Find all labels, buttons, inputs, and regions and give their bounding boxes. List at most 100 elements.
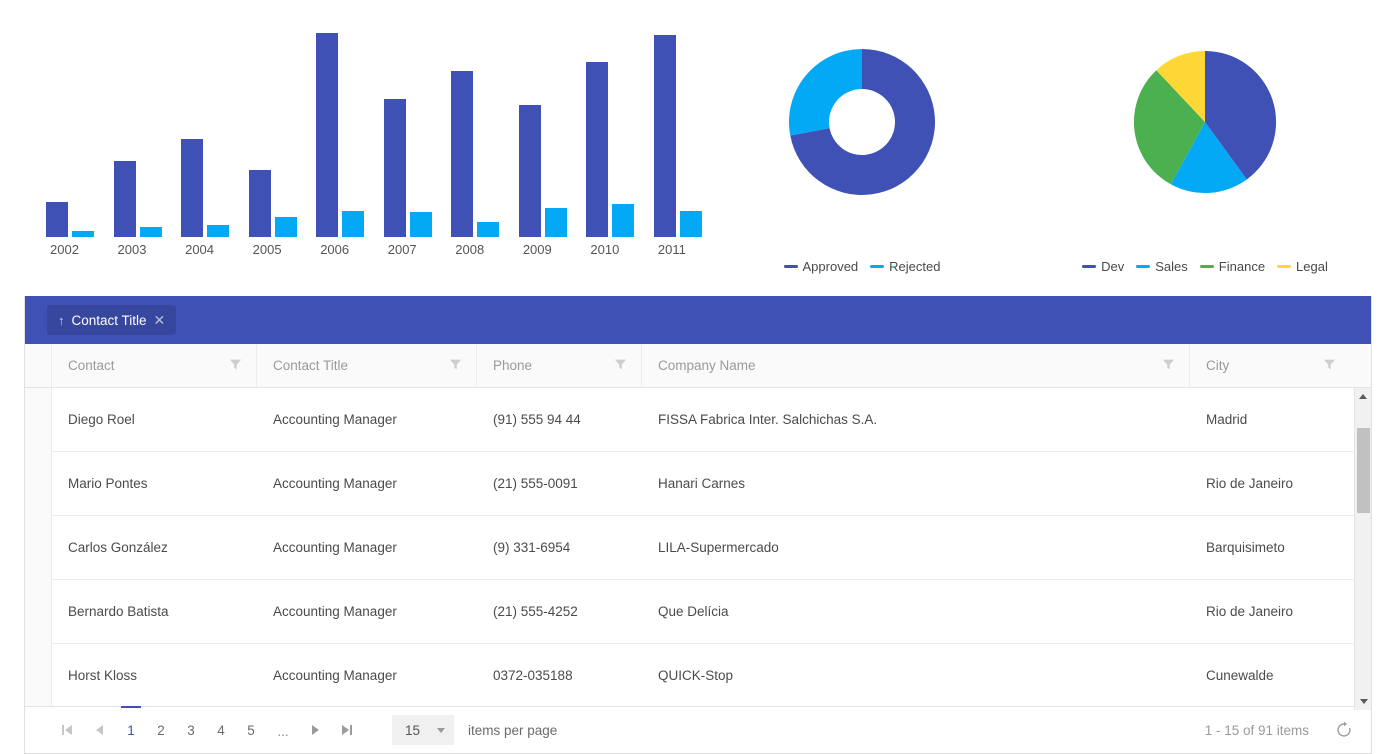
- grid-pager: 12345 ... 15 items per page 1 - 15 of 91…: [25, 706, 1371, 753]
- refresh-icon[interactable]: [1335, 721, 1353, 739]
- table-cell-phone: (21) 555-4252: [493, 604, 578, 619]
- page-size-dropdown[interactable]: 15: [392, 715, 454, 745]
- bar-2006-series-1[interactable]: [316, 33, 339, 237]
- bar-2010-series-1[interactable]: [586, 62, 609, 237]
- table-cell-company: Hanari Carnes: [658, 476, 746, 491]
- bar-2008-series-2[interactable]: [477, 222, 500, 237]
- scrollbar-thumb[interactable]: [1357, 428, 1370, 513]
- x-axis-tick-2011: 2011: [657, 242, 686, 257]
- grid-group-panel[interactable]: ↑ Contact Title ✕: [25, 296, 1371, 344]
- table-cell-contact: Mario Pontes: [68, 476, 148, 491]
- page-size-value: 15: [405, 722, 421, 738]
- table-row[interactable]: Diego Roel Accounting Manager (91) 555 94 …: [52, 388, 1371, 452]
- bar-2009-series-1[interactable]: [518, 105, 541, 237]
- bar-2008-series-1[interactable]: [451, 71, 474, 237]
- table-cell-contact: Bernardo Batista: [68, 604, 169, 619]
- bar-group-2004: [181, 22, 243, 237]
- table-cell-company: FISSA Fabrica Inter. Salchichas S.A.: [658, 412, 878, 427]
- pager-page-5[interactable]: 5: [236, 715, 266, 745]
- bar-2007-series-2[interactable]: [409, 212, 432, 237]
- donut-chart-plot-area: [752, 22, 972, 222]
- pager-ellipsis[interactable]: ...: [268, 715, 298, 745]
- pager-right-group: 1 - 15 of 91 items: [1205, 721, 1353, 739]
- column-header-label: Phone: [493, 358, 533, 373]
- table-cell-contact: Horst Kloss: [68, 668, 138, 683]
- bar-chart-x-axis: 2002 2003 2004 2005 2006 2007 2008 2009 2010 2011: [46, 242, 716, 257]
- table-cell-title: Accounting Manager: [273, 412, 397, 427]
- legend-item-rejected[interactable]: Rejected: [870, 259, 940, 274]
- bar-2009-series-2[interactable]: [544, 208, 567, 237]
- table-cell-title: Accounting Manager: [273, 540, 397, 555]
- x-axis-tick-2009: 2009: [522, 242, 552, 257]
- pager-last-button[interactable]: [332, 715, 362, 745]
- group-indent-column: [25, 388, 52, 710]
- filter-icon[interactable]: [1162, 358, 1175, 374]
- column-header-company-name[interactable]: Company Name: [642, 344, 1190, 387]
- bar-2002-series-1[interactable]: [46, 202, 68, 237]
- pager-prev-button[interactable]: [84, 715, 114, 745]
- sort-ascending-icon[interactable]: ↑: [58, 314, 65, 327]
- table-row[interactable]: Horst Kloss Accounting Manager 0372-035188…: [52, 644, 1371, 708]
- legend-item-sales[interactable]: Sales: [1136, 259, 1188, 274]
- scroll-down-arrow-icon[interactable]: [1355, 693, 1371, 710]
- column-header-contact-title[interactable]: Contact Title: [257, 344, 477, 387]
- bar-2010-series-2[interactable]: [612, 204, 635, 237]
- bar-2004-series-1[interactable]: [181, 139, 204, 237]
- bar-2005-series-1[interactable]: [248, 170, 271, 237]
- column-header-city[interactable]: City: [1190, 344, 1350, 387]
- pager-first-button[interactable]: [52, 715, 82, 745]
- grid-vertical-scrollbar[interactable]: [1354, 388, 1371, 710]
- chevron-down-icon[interactable]: [437, 727, 445, 733]
- bar-2003-series-2[interactable]: [139, 227, 162, 237]
- legend-label: Legal: [1296, 259, 1328, 274]
- filter-icon[interactable]: [1323, 358, 1336, 374]
- grid-rows-viewport: Diego Roel Accounting Manager (91) 555 94 …: [25, 388, 1371, 710]
- pager-controls: 12345 ... 15 items per page: [52, 706, 557, 745]
- pager-page-4[interactable]: 4: [206, 715, 236, 745]
- pager-page-2[interactable]: 2: [146, 715, 176, 745]
- bar-group-2002: [46, 22, 108, 237]
- close-icon[interactable]: ✕: [154, 313, 166, 327]
- table-row[interactable]: Bernardo Batista Accounting Manager (21) 5…: [52, 580, 1371, 644]
- column-header-contact[interactable]: Contact: [52, 344, 257, 387]
- pager-next-button[interactable]: [300, 715, 330, 745]
- table-cell-phone: (9) 331-6954: [493, 540, 571, 555]
- filter-icon[interactable]: [449, 358, 462, 374]
- table-row[interactable]: Mario Pontes Accounting Manager (21) 555-0…: [52, 452, 1371, 516]
- filter-icon[interactable]: [614, 358, 627, 374]
- grid-rows-container: Diego Roel Accounting Manager (91) 555 94 …: [52, 388, 1371, 710]
- bar-group-2003: [113, 22, 176, 237]
- column-header-label: Contact Title: [273, 358, 349, 373]
- group-indent-header-cell: [25, 344, 52, 387]
- table-cell-title: Accounting Manager: [273, 604, 397, 619]
- column-header-phone[interactable]: Phone: [477, 344, 642, 387]
- legend-item-finance[interactable]: Finance: [1199, 259, 1266, 274]
- bar-2011-series-1[interactable]: [653, 35, 676, 237]
- pie-chart-plot-area: [1060, 22, 1350, 222]
- table-cell-city: Madrid: [1206, 412, 1248, 427]
- bar-2005-series-2[interactable]: [274, 217, 297, 237]
- legend-swatch-icon: [870, 265, 885, 268]
- group-chip-contact-title[interactable]: ↑ Contact Title ✕: [47, 305, 177, 335]
- table-row[interactable]: Carlos González Accounting Manager (9) 331…: [52, 516, 1371, 580]
- slice-rejected[interactable]: [789, 49, 862, 136]
- bar-2003-series-1[interactable]: [113, 161, 136, 237]
- pager-page-list: 12345: [116, 706, 266, 745]
- legend-swatch-icon: [1277, 265, 1292, 268]
- bar-2011-series-2[interactable]: [679, 211, 702, 237]
- pager-page-1[interactable]: 1: [116, 706, 146, 745]
- bar-2006-series-2[interactable]: [342, 211, 365, 237]
- bar-2007-series-1[interactable]: [383, 99, 406, 237]
- pager-page-3[interactable]: 3: [176, 715, 206, 745]
- legend-item-dev[interactable]: Dev: [1082, 259, 1124, 274]
- table-cell-contact: Diego Roel: [68, 412, 135, 427]
- bar-2004-series-2[interactable]: [207, 225, 230, 237]
- bar-chart-plot-area: [46, 22, 716, 237]
- legend-item-legal[interactable]: Legal: [1277, 259, 1328, 274]
- scroll-up-arrow-icon[interactable]: [1355, 388, 1371, 405]
- bar-2002-series-2[interactable]: [72, 231, 94, 237]
- x-axis-tick-2006: 2006: [320, 242, 350, 257]
- legend-item-approved[interactable]: Approved: [783, 259, 858, 274]
- filter-icon[interactable]: [229, 358, 242, 374]
- legend-label: Finance: [1218, 259, 1266, 274]
